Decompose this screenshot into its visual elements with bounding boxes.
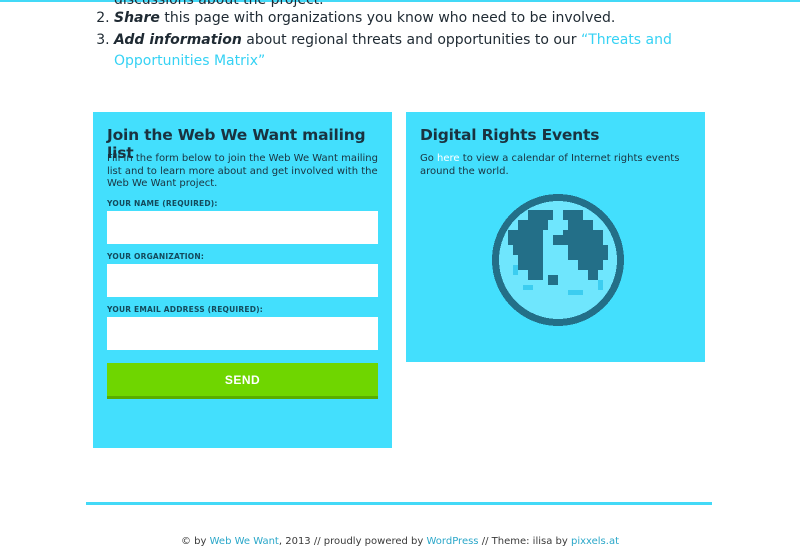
email-input[interactable] — [107, 317, 378, 350]
events-description: Go here to view a calendar of Internet r… — [420, 153, 695, 178]
mailing-list-panel: Join the Web We Want mailing list Fill i… — [93, 112, 392, 448]
footer-author-link[interactable]: pixxels.at — [571, 536, 619, 547]
name-input[interactable] — [107, 211, 378, 244]
footer-divider — [86, 502, 712, 505]
step-text: this page with organizations you know wh… — [159, 10, 616, 26]
footer: © by Web We Want, 2013 // proudly powere… — [0, 536, 800, 547]
footer-wordpress-link[interactable]: WordPress — [427, 536, 479, 547]
footer-middle-text: , 2013 // proudly powered by — [278, 536, 427, 547]
list-item: Share this page with organizations you k… — [114, 8, 734, 29]
globe-icon — [492, 194, 624, 326]
clipped-text-line: discussions about the project. — [114, 0, 324, 8]
step-bold: Share — [114, 10, 160, 26]
name-field-label: YOUR NAME (REQUIRED): — [107, 199, 218, 208]
step-bold: Add information — [114, 32, 242, 48]
events-panel: Digital Rights Events Go here to view a … — [406, 112, 705, 362]
steps-list: Share this page with organizations you k… — [92, 8, 734, 73]
footer-copyright: © by — [180, 536, 210, 547]
events-text-before: Go — [420, 153, 438, 164]
organization-field-label: YOUR ORGANIZATION: — [107, 252, 205, 261]
events-title: Digital Rights Events — [420, 126, 600, 144]
email-field-label: YOUR EMAIL ADDRESS (REQUIRED): — [107, 305, 263, 314]
send-button[interactable]: SEND — [107, 363, 378, 399]
mailing-list-description: Fill in the form below to join the Web W… — [107, 153, 378, 189]
organization-input[interactable] — [107, 264, 378, 297]
footer-theme-text: // Theme: ilisa by — [478, 536, 571, 547]
footer-site-link[interactable]: Web We Want — [210, 536, 279, 547]
events-text-after: to view a calendar of Internet rights ev… — [420, 153, 680, 177]
list-item: Add information about regional threats a… — [114, 30, 734, 72]
step-text: about regional threats and opportunities… — [241, 32, 581, 48]
events-here-link[interactable]: here — [437, 153, 460, 164]
